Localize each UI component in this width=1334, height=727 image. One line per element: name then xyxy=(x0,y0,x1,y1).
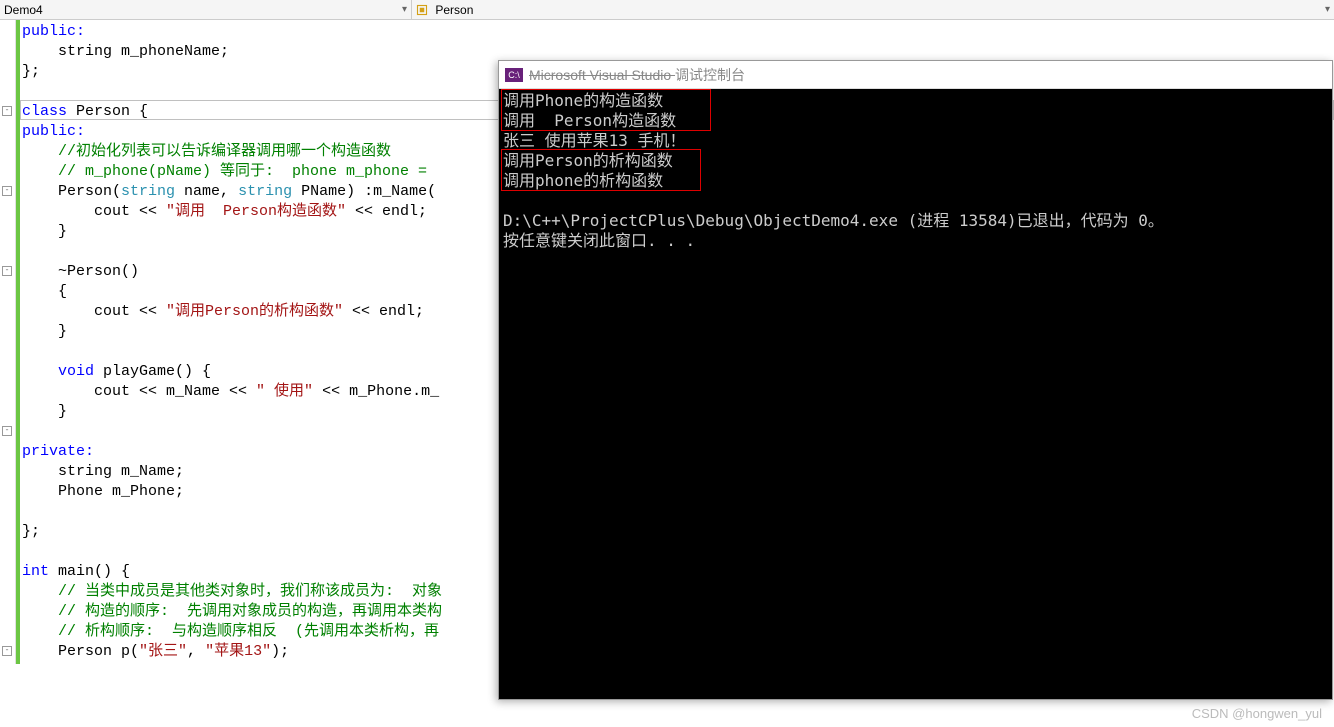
fold-toggle[interactable]: - xyxy=(2,266,12,276)
console-titlebar[interactable]: C:\ Microsoft Visual Studio 调试控制台 xyxy=(499,61,1332,89)
console-title: Microsoft Visual Studio 调试控制台 xyxy=(529,65,745,85)
fold-toggle[interactable]: - xyxy=(2,186,12,196)
fold-toggle[interactable]: - xyxy=(2,426,12,436)
class-label: Person xyxy=(435,3,473,17)
fold-toggle[interactable]: - xyxy=(2,106,12,116)
scope-dropdown-left[interactable]: Demo4 ▾ xyxy=(0,0,412,19)
fold-gutter[interactable]: - - - - - xyxy=(0,20,16,664)
debug-console-window[interactable]: C:\ Microsoft Visual Studio 调试控制台 调用Phon… xyxy=(498,60,1333,700)
console-output[interactable]: 调用Phone的构造函数 调用 Person构造函数 张三 使用苹果13 手机！… xyxy=(499,89,1332,699)
chevron-down-icon: ▾ xyxy=(1325,4,1330,15)
navigation-bar: Demo4 ▾ Person ▾ xyxy=(0,0,1334,20)
class-icon xyxy=(416,4,428,16)
console-icon: C:\ xyxy=(505,68,523,82)
fold-toggle[interactable]: - xyxy=(2,646,12,656)
watermark: CSDN @hongwen_yul xyxy=(1192,706,1322,721)
scope-label: Demo4 xyxy=(4,3,43,17)
scope-dropdown-right[interactable]: Person ▾ xyxy=(412,0,1334,19)
chevron-down-icon: ▾ xyxy=(402,4,407,15)
